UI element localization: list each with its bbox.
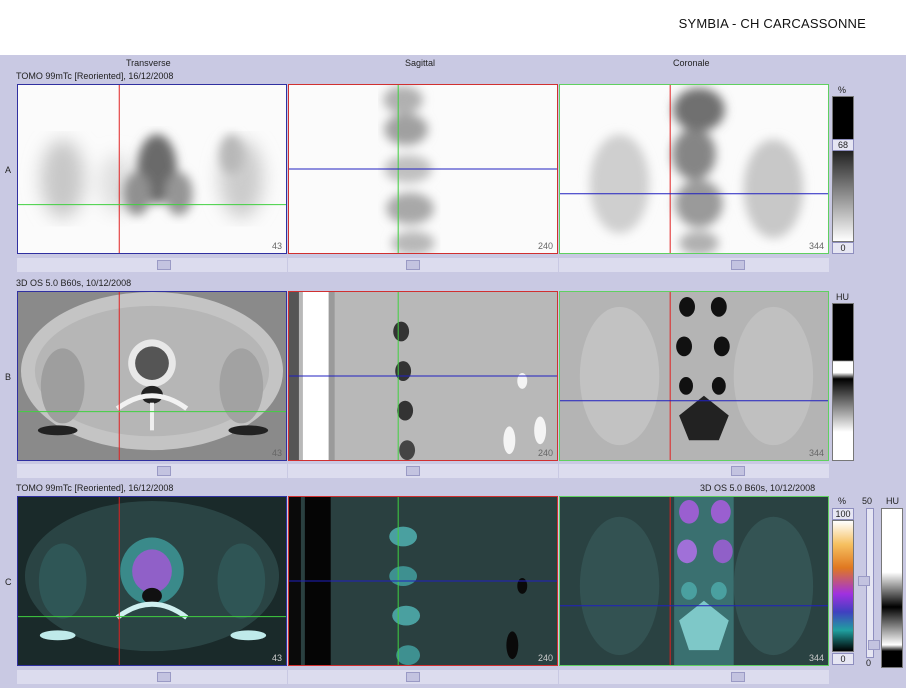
slice-number: 43	[271, 241, 282, 251]
slice-number: 240	[537, 653, 553, 663]
ct-coronal-image	[560, 292, 828, 460]
ct-transverse-image	[18, 292, 286, 460]
viewport-b-transverse[interactable]: 43	[17, 291, 287, 461]
row-label-a: A	[5, 165, 12, 175]
viewport-b-sagittal[interactable]: 240	[288, 291, 558, 461]
scroll-strip-c-coronal[interactable]	[559, 670, 829, 684]
scroll-strip-a-coronal[interactable]	[559, 258, 829, 272]
row-label-c: C	[5, 577, 12, 587]
viewport-a-coronal[interactable]: 344	[559, 84, 829, 254]
scale-min-c[interactable]: 0	[832, 653, 854, 665]
scale-max-c[interactable]: 100	[832, 508, 854, 520]
blend-max-c: 50	[862, 496, 873, 506]
slice-number: 43	[271, 653, 282, 663]
scale-max-a[interactable]: 68	[832, 139, 854, 151]
grayscale-bar-c[interactable]	[881, 508, 903, 668]
slice-slider-thumb[interactable]	[406, 672, 420, 682]
scale-unit-a: %	[838, 85, 847, 95]
viewport-b-coronal[interactable]: 344	[559, 291, 829, 461]
scale-min-a[interactable]: 0	[832, 242, 854, 254]
blend-slider-thumb-lower[interactable]	[868, 640, 880, 650]
slice-slider-thumb[interactable]	[731, 466, 745, 476]
column-title-sagittal: Sagittal	[405, 58, 436, 68]
row-label-b: B	[5, 372, 12, 382]
blend-min-c: 0	[866, 658, 872, 668]
column-title-transverse: Transverse	[126, 58, 171, 68]
slice-number: 344	[808, 241, 824, 251]
scroll-strip-a-sagittal[interactable]	[288, 258, 558, 272]
scale-unit-pct-c: %	[838, 496, 847, 506]
ct-sagittal-image	[289, 292, 557, 460]
viewport-a-transverse[interactable]: 43	[17, 84, 287, 254]
slice-number: 344	[808, 448, 824, 458]
scroll-strip-b-sagittal[interactable]	[288, 464, 558, 478]
series-label-row-b: 3D OS 5.0 B60s, 10/12/2008	[16, 278, 132, 288]
slice-slider-thumb[interactable]	[157, 260, 171, 270]
spect-coronal-image	[560, 85, 828, 253]
fusion-coronal-image	[560, 497, 828, 665]
spect-sagittal-image	[289, 85, 557, 253]
header-bar: SYMBIA - CH CARCASSONNE	[0, 0, 906, 55]
site-title: SYMBIA - CH CARCASSONNE	[678, 16, 866, 31]
slice-slider-thumb[interactable]	[157, 466, 171, 476]
column-title-coronal: Coronale	[673, 58, 710, 68]
scroll-strip-c-sagittal[interactable]	[288, 670, 558, 684]
slice-number: 344	[808, 653, 824, 663]
color-bar-c[interactable]	[832, 520, 854, 652]
series-label-row-c-left: TOMO 99mTc [Reoriented], 16/12/2008	[16, 483, 174, 493]
scroll-strip-b-coronal[interactable]	[559, 464, 829, 478]
scroll-strip-a-transverse[interactable]	[17, 258, 287, 272]
blend-slider-thumb[interactable]	[858, 576, 870, 586]
slice-slider-thumb[interactable]	[731, 672, 745, 682]
slice-slider-thumb[interactable]	[157, 672, 171, 682]
slice-number: 240	[537, 241, 553, 251]
viewport-c-sagittal[interactable]: 240	[288, 496, 558, 666]
slice-slider-thumb[interactable]	[406, 260, 420, 270]
fusion-sagittal-image	[289, 497, 557, 665]
series-label-row-c-right: 3D OS 5.0 B60s, 10/12/2008	[700, 483, 816, 493]
slice-number: 240	[537, 448, 553, 458]
scale-unit-b: HU	[836, 292, 849, 302]
series-label-row-a: TOMO 99mTc [Reoriented], 16/12/2008	[16, 71, 174, 81]
spect-transverse-image	[18, 85, 286, 253]
viewport-c-coronal[interactable]: 344	[559, 496, 829, 666]
fusion-transverse-image	[18, 497, 286, 665]
slice-slider-thumb[interactable]	[731, 260, 745, 270]
viewport-a-sagittal[interactable]: 240	[288, 84, 558, 254]
scroll-strip-c-transverse[interactable]	[17, 670, 287, 684]
slice-slider-thumb[interactable]	[406, 466, 420, 476]
grayscale-bar-a[interactable]	[832, 96, 854, 242]
scale-unit-hu-c: HU	[886, 496, 899, 506]
scroll-strip-b-transverse[interactable]	[17, 464, 287, 478]
viewport-c-transverse[interactable]: 43	[17, 496, 287, 666]
slice-number: 43	[271, 448, 282, 458]
grayscale-bar-b[interactable]	[832, 303, 854, 461]
